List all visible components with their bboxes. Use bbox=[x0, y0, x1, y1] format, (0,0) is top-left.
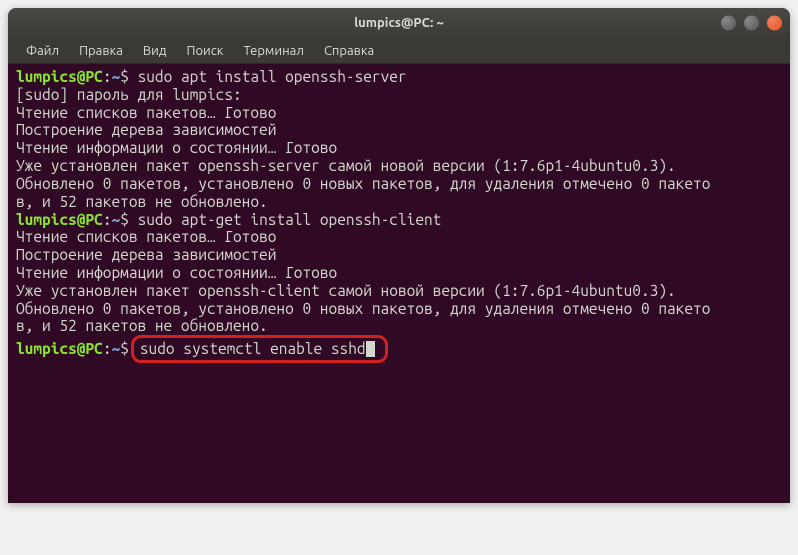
prompt-user: lumpics@PC bbox=[16, 211, 103, 228]
output-line: Построение дерева зависимостей bbox=[16, 121, 782, 139]
output-line: Обновлено 0 пакетов, установлено 0 новых… bbox=[16, 175, 782, 193]
prompt-line-3: lumpics@PC:~$sudo systemctl enable sshd bbox=[16, 335, 782, 363]
output-line: Чтение списков пакетов… Готово bbox=[16, 104, 782, 122]
prompt-line-2: lumpics@PC:~$ sudo apt-get install opens… bbox=[16, 211, 782, 229]
menu-edit[interactable]: Правка bbox=[71, 42, 131, 60]
menu-search[interactable]: Поиск bbox=[178, 42, 231, 60]
prompt-user: lumpics@PC bbox=[16, 68, 103, 85]
output-line: Чтение информации о состоянии… Готово bbox=[16, 139, 782, 157]
command-text: sudo apt-get install openssh-client bbox=[138, 211, 442, 228]
output-line: Чтение информации о состоянии… Готово bbox=[16, 264, 782, 282]
window-title: lumpics@PC: ~ bbox=[354, 16, 444, 30]
output-line: Чтение списков пакетов… Готово bbox=[16, 228, 782, 246]
menu-view[interactable]: Вид bbox=[135, 42, 175, 60]
prompt-line-1: lumpics@PC:~$ sudo apt install openssh-s… bbox=[16, 68, 782, 86]
menu-file[interactable]: Файл bbox=[18, 42, 67, 60]
window-controls bbox=[721, 16, 782, 31]
close-button[interactable] bbox=[767, 16, 782, 31]
prompt-user: lumpics@PC bbox=[16, 340, 103, 357]
terminal-output[interactable]: lumpics@PC:~$ sudo apt install openssh-s… bbox=[8, 64, 790, 503]
output-line: Построение дерева зависимостей bbox=[16, 246, 782, 264]
output-line: Обновлено 0 пакетов, установлено 0 новых… bbox=[16, 300, 782, 318]
menubar: Файл Правка Вид Поиск Терминал Справка bbox=[8, 38, 790, 64]
menu-help[interactable]: Справка bbox=[316, 42, 382, 60]
output-line: Уже установлен пакет openssh-client само… bbox=[16, 282, 782, 300]
prompt-path: ~ bbox=[112, 68, 121, 85]
output-line: в, и 52 пакетов не обновлено. bbox=[16, 193, 782, 211]
output-line: в, и 52 пакетов не обновлено. bbox=[16, 317, 782, 335]
cursor-icon bbox=[366, 341, 375, 357]
titlebar: lumpics@PC: ~ bbox=[8, 8, 790, 38]
command-text: sudo apt install openssh-server bbox=[138, 68, 407, 85]
prompt-path: ~ bbox=[112, 340, 121, 357]
command-text: sudo systemctl enable sshd bbox=[140, 340, 366, 357]
prompt-path: ~ bbox=[112, 211, 121, 228]
output-line: [sudo] пароль для lumpics: bbox=[16, 86, 782, 104]
output-line: Уже установлен пакет openssh-server само… bbox=[16, 157, 782, 175]
maximize-button[interactable] bbox=[744, 16, 759, 31]
highlighted-command: sudo systemctl enable sshd bbox=[131, 335, 388, 363]
terminal-window: lumpics@PC: ~ Файл Правка Вид Поиск Терм… bbox=[8, 8, 790, 503]
minimize-button[interactable] bbox=[721, 16, 736, 31]
menu-terminal[interactable]: Терминал bbox=[235, 42, 311, 60]
